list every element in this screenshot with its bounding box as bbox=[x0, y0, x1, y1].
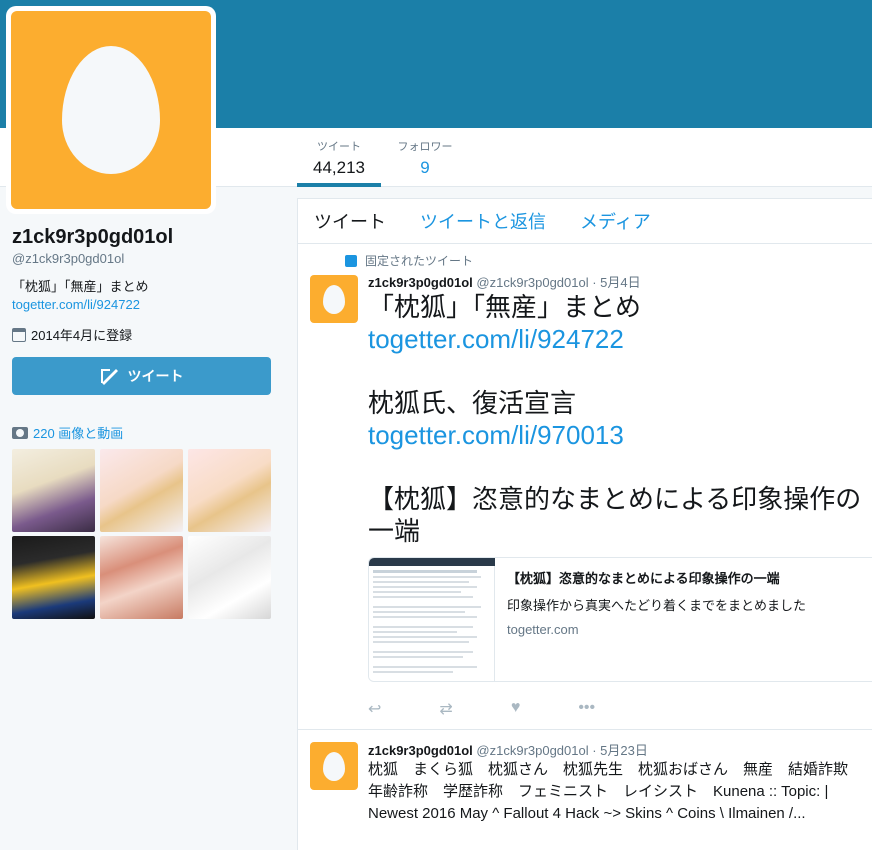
stat-tweets[interactable]: ツイート 44,213 bbox=[297, 138, 381, 187]
stat-followers[interactable]: フォロワー 9 bbox=[390, 138, 460, 178]
profile-name[interactable]: z1ck9r3p0gd01ol bbox=[12, 226, 173, 249]
quill-icon bbox=[100, 369, 118, 385]
media-thumb[interactable] bbox=[188, 449, 271, 532]
card-thumbnail bbox=[369, 558, 495, 681]
media-thumb[interactable] bbox=[100, 449, 183, 532]
tweet-avatar[interactable] bbox=[310, 742, 358, 790]
tweet-link[interactable]: togetter.com/li/924722 bbox=[368, 323, 868, 355]
media-thumb[interactable] bbox=[188, 536, 271, 619]
tweet-avatar[interactable] bbox=[310, 275, 358, 323]
card-domain: togetter.com bbox=[507, 622, 579, 637]
media-thumb[interactable] bbox=[12, 536, 95, 619]
tab-media[interactable]: メディア bbox=[580, 208, 651, 234]
tweet-author-name[interactable]: z1ck9r3p0gd01ol bbox=[368, 743, 473, 758]
reply-icon[interactable]: ↩ bbox=[368, 699, 381, 719]
link-preview-card[interactable]: 【枕狐】恣意的なまとめによる印象操作の一端 印象操作から真実へたどり着くまでをま… bbox=[368, 557, 872, 682]
tweet-header: z1ck9r3p0gd01ol @z1ck9r3p0gd01ol · 5月23日 bbox=[368, 740, 648, 759]
stat-followers-value: 9 bbox=[420, 158, 430, 177]
egg-avatar-icon bbox=[323, 751, 345, 781]
timeline: ツイート ツイートと返信 メディア 固定されたツイート z1ck9r3p0gd0… bbox=[297, 198, 872, 850]
profile-bio-link[interactable]: togetter.com/li/924722 bbox=[12, 297, 140, 312]
tweet-link[interactable]: togetter.com/li/970013 bbox=[368, 419, 868, 451]
tab-tweets[interactable]: ツイート bbox=[314, 208, 386, 234]
retweet-icon[interactable]: ⇄ bbox=[439, 699, 452, 719]
tweet-to-button[interactable]: ツイート bbox=[12, 357, 271, 395]
profile-handle: @z1ck9r3p0gd01ol bbox=[12, 251, 125, 266]
tweet-body: 「枕狐」「無産」まとめ togetter.com/li/924722 枕狐氏、復… bbox=[368, 291, 868, 547]
tweet-line: 枕狐氏、復活宣言 bbox=[368, 388, 577, 418]
profile-bio: 「枕狐」「無産」まとめ bbox=[12, 279, 149, 294]
timeline-tabs: ツイート ツイートと返信 メディア bbox=[298, 199, 872, 244]
media-thumb[interactable] bbox=[12, 449, 95, 532]
media-link-label: 220 画像と動画 bbox=[33, 426, 124, 441]
tweet-header: z1ck9r3p0gd01ol @z1ck9r3p0gd01ol · 5月4日 bbox=[368, 272, 641, 291]
tweet-line: 「枕狐」「無産」まとめ bbox=[368, 292, 642, 322]
profile-avatar[interactable] bbox=[6, 6, 216, 214]
tab-tweets-replies[interactable]: ツイートと返信 bbox=[420, 208, 546, 234]
stat-tweets-value: 44,213 bbox=[313, 158, 365, 177]
tweet-divider bbox=[298, 729, 872, 730]
photos-videos-link[interactable]: 220 画像と動画 bbox=[12, 423, 123, 442]
card-title: 【枕狐】恣意的なまとめによる印象操作の一端 bbox=[507, 571, 780, 586]
stat-followers-label: フォロワー bbox=[397, 141, 453, 153]
tweet-body: 枕狐 まくら狐 枕狐さん 枕狐先生 枕狐おばさん 無産 結婚詐欺 年齢詐称 学歴… bbox=[368, 761, 864, 822]
egg-avatar-icon bbox=[62, 46, 160, 174]
tweet-line: 【枕狐】恣意的なまとめによる印象操作の一端 bbox=[368, 484, 862, 546]
egg-avatar-icon bbox=[323, 284, 345, 314]
pinned-tweet-label: 固定されたツイート bbox=[345, 252, 473, 269]
calendar-icon bbox=[12, 327, 26, 342]
tweet-button-label: ツイート bbox=[127, 368, 184, 384]
tweet-author-name[interactable]: z1ck9r3p0gd01ol bbox=[368, 275, 473, 290]
pin-icon bbox=[345, 254, 357, 267]
profile-joined: 2014年4月に登録 bbox=[12, 325, 132, 344]
media-thumb[interactable] bbox=[100, 536, 183, 619]
card-description: 印象操作から真実へたどり着くまでをまとめました bbox=[507, 598, 807, 613]
joined-text: 2014年4月に登録 bbox=[31, 328, 133, 343]
more-icon[interactable]: ••• bbox=[578, 699, 595, 719]
media-thumbnails bbox=[12, 449, 271, 619]
tweet-actions: ↩ ⇄ ♥ ••• bbox=[368, 699, 595, 719]
tweet-meta[interactable]: @z1ck9r3p0gd01ol · 5月4日 bbox=[476, 275, 640, 290]
pinned-text: 固定されたツイート bbox=[365, 254, 474, 268]
camera-icon bbox=[12, 426, 28, 439]
stat-tweets-label: ツイート bbox=[317, 141, 361, 153]
tweet-meta[interactable]: @z1ck9r3p0gd01ol · 5月23日 bbox=[476, 743, 647, 758]
like-icon[interactable]: ♥ bbox=[511, 699, 521, 719]
